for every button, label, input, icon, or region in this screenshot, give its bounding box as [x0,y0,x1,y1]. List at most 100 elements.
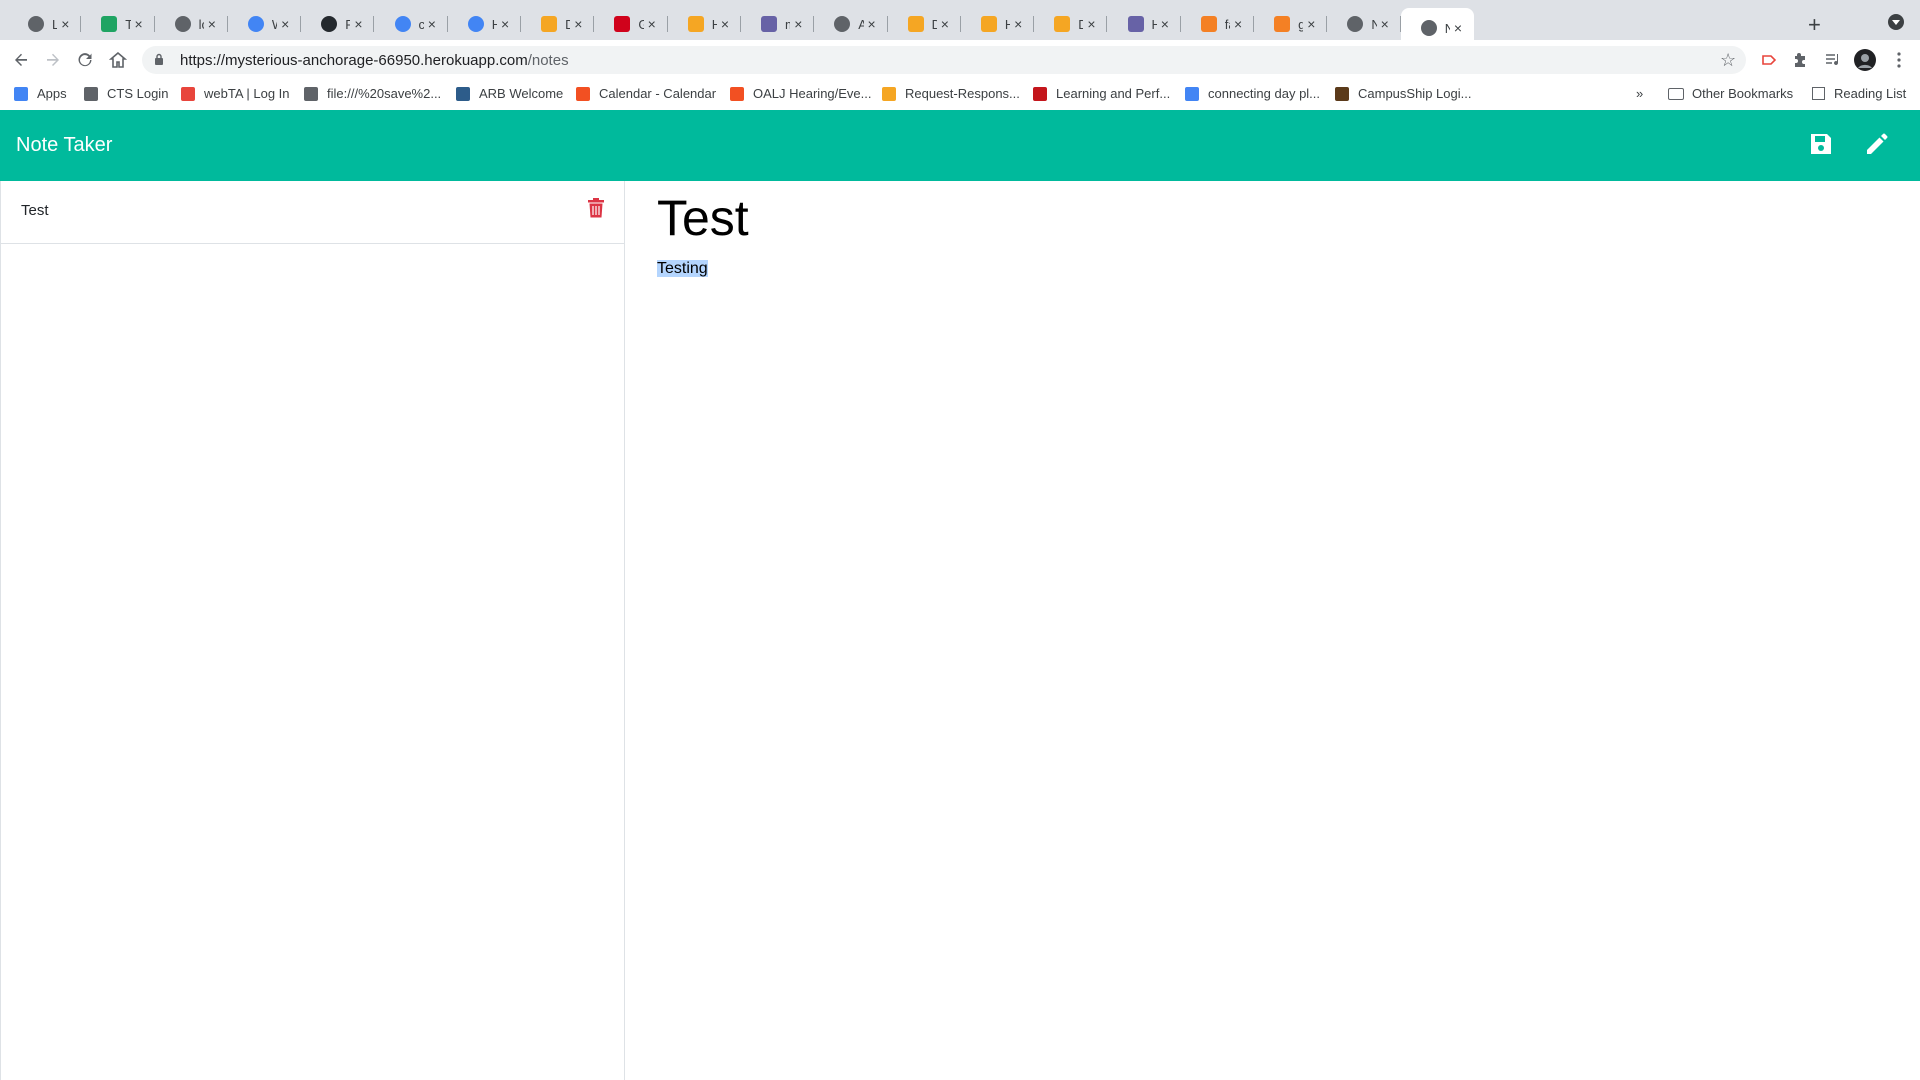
tab-search-icon[interactable] [1888,14,1904,30]
github-icon [321,16,338,32]
delete-note-trash-icon[interactable] [588,198,604,218]
bookmark-label: Apps [37,86,67,101]
browser-tab[interactable]: New× [1327,8,1401,40]
bookmark-favicon-icon [181,86,195,101]
browser-menu-icon[interactable] [1887,48,1911,72]
note-title-input[interactable]: Test [657,191,1897,246]
app-navbar: Note Taker [0,110,1920,181]
close-tab-icon[interactable]: × [1157,16,1173,32]
bookmark-label: ARB Welcome [479,86,564,101]
bookmark-favicon-icon [1033,86,1047,101]
close-tab-icon[interactable]: × [1303,16,1319,32]
browser-tab[interactable]: git -× [1254,8,1328,40]
note-list: Test [0,181,625,1080]
close-tab-icon[interactable]: × [1010,16,1026,32]
address-bar[interactable]: https://mysterious-anchorage-66950.herok… [142,46,1746,74]
bookmark-item[interactable]: Request-Respons... [882,86,1020,101]
close-tab-icon[interactable]: × [277,16,293,32]
globe-icon [1347,16,1364,32]
other-bookmarks-folder[interactable]: Other Bookmarks [1668,86,1793,101]
bookmark-item[interactable]: file:///%20save%2... [304,86,441,101]
ict-icon [614,16,631,32]
close-tab-icon[interactable]: × [790,16,806,32]
new-tab-button[interactable]: + [1808,12,1821,38]
close-tab-icon[interactable]: × [1230,16,1246,32]
bookmark-favicon-icon [1185,86,1199,101]
bookmark-item[interactable]: connecting day pl... [1185,86,1320,101]
fs-icon [1054,16,1071,32]
bookmark-item[interactable]: CampusShip Logi... [1335,86,1471,101]
browser-tab[interactable]: Herc× [1108,8,1181,40]
bookmark-item[interactable]: Learning and Perf... [1033,86,1170,101]
close-tab-icon[interactable]: × [350,16,366,32]
browser-tab[interactable]: How× [961,8,1035,40]
bookmark-favicon-icon [304,86,318,101]
note-text-selection: Testing [657,260,708,277]
close-tab-icon[interactable]: × [717,16,733,32]
back-icon[interactable] [9,48,33,72]
reload-icon[interactable] [73,48,97,72]
browser-tab[interactable]: Tean× [81,8,155,40]
extensions-puzzle-icon[interactable] [1789,48,1813,72]
close-tab-icon[interactable]: × [570,16,586,32]
home-icon[interactable] [106,48,130,72]
save-note-icon[interactable] [1808,131,1836,159]
close-tab-icon[interactable]: × [424,16,440,32]
list-item[interactable]: Test [1,181,625,244]
bookmark-item[interactable]: OALJ Hearing/Eve... [730,86,872,101]
bookmark-item[interactable]: Apps [14,86,67,101]
extension-cast-icon[interactable] [1757,48,1781,72]
close-tab-icon[interactable]: × [1450,20,1466,36]
browser-tab[interactable]: faile× [1181,8,1255,40]
close-tab-icon[interactable]: × [131,16,147,32]
close-tab-icon[interactable]: × [1377,16,1393,32]
fs-icon [687,16,704,32]
close-tab-icon[interactable]: × [1083,16,1099,32]
globe-icon [28,16,44,32]
close-tab-icon[interactable]: × [57,16,73,32]
bookmark-item[interactable]: webTA | Log In [181,86,290,101]
bookmark-item[interactable]: ARB Welcome [456,86,563,101]
browser-tab[interactable]: Depl× [521,8,595,40]
url-text: https://mysterious-anchorage-66950.herok… [180,52,569,69]
bookmark-favicon-icon [576,86,590,101]
close-tab-icon[interactable]: × [937,16,953,32]
close-tab-icon[interactable]: × [497,16,513,32]
close-tab-icon[interactable]: × [204,16,220,32]
browser-tab[interactable]: How× [448,8,522,40]
globe-icon [174,16,191,32]
bookmark-star-icon[interactable]: ☆ [1720,50,1736,71]
media-queue-icon[interactable] [1821,48,1845,72]
close-tab-icon[interactable]: × [644,16,660,32]
browser-tab[interactable]: Page× [301,8,375,40]
browser-tab[interactable]: Wha× [228,8,302,40]
forward-icon[interactable] [41,48,65,72]
fs-icon [980,16,997,32]
folder-icon [1668,87,1684,100]
bookmark-favicon-icon [1335,86,1349,101]
browser-tab[interactable]: Appl× [814,8,888,40]
bookmark-item[interactable]: CTS Login [84,86,168,101]
bookmark-item[interactable]: Calendar - Calendar [576,86,716,101]
browser-tab[interactable]: How× [668,8,741,40]
reading-list-button[interactable]: Reading List [1812,86,1906,101]
browser-tab[interactable]: mys× [741,8,815,40]
bookmark-label: file:///%20save%2... [327,86,442,101]
profile-avatar-icon[interactable] [1853,48,1877,72]
browser-tab[interactable]: Gett× [594,8,668,40]
close-tab-icon[interactable]: × [864,16,880,32]
browser-tab[interactable]: Depl× [888,8,961,40]
browser-tab[interactable]: local× [155,8,228,40]
browser-tab[interactable]: cont× [375,8,448,40]
heroku-icon [1127,16,1144,32]
browser-tab[interactable]: Logi× [8,8,82,40]
browser-tab[interactable]: Depl× [1034,8,1108,40]
note-list-title: Test [21,202,49,219]
new-note-pencil-icon[interactable] [1864,131,1892,159]
brand-title[interactable]: Note Taker [16,134,112,157]
note-text-area[interactable]: Testing [657,260,1897,278]
google-icon [394,16,411,32]
bookmark-label: CTS Login [107,86,169,101]
bookmarks-overflow-button[interactable]: » [1636,86,1643,101]
bookmark-favicon-icon [14,86,28,101]
